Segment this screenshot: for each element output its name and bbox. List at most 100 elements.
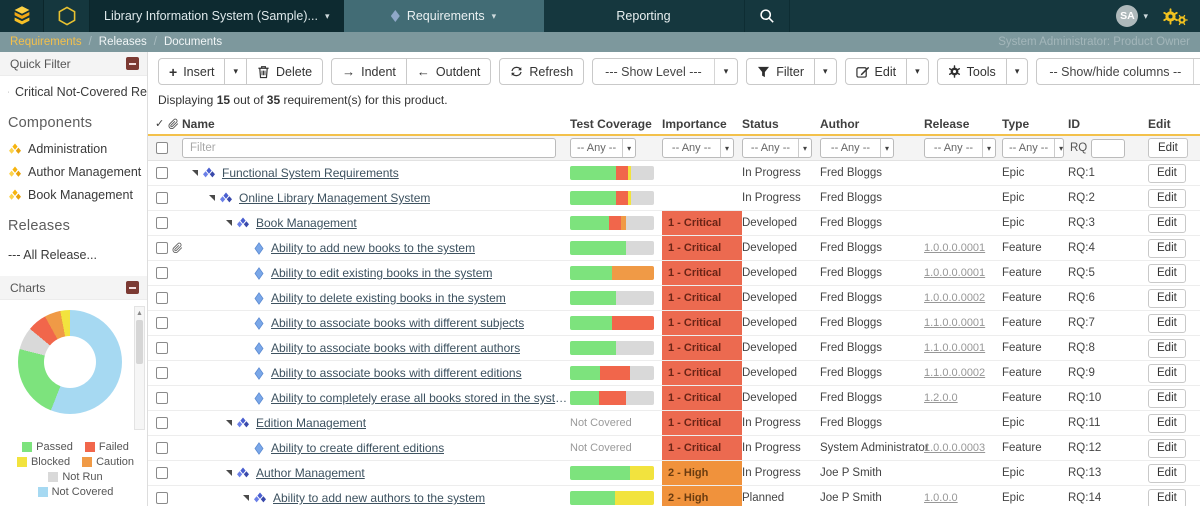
release-link[interactable]: 1.1.0.0.0002 <box>924 367 985 379</box>
release-link[interactable]: 1.1.0.0.0001 <box>924 342 985 354</box>
column-header-release[interactable]: Release <box>924 117 1002 131</box>
requirement-name-link[interactable]: Ability to create different editions <box>271 441 444 455</box>
show-level-select[interactable]: --- Show Level --- ▾ <box>592 58 738 85</box>
requirement-name-link[interactable]: Online Library Management System <box>239 191 430 205</box>
row-checkbox[interactable] <box>156 267 168 279</box>
check-all-icon[interactable]: ✓ <box>155 117 164 130</box>
row-edit-button[interactable]: Edit <box>1148 414 1186 433</box>
row-edit-button[interactable]: Edit <box>1148 389 1186 408</box>
user-menu[interactable]: SA ▾ <box>1106 0 1158 32</box>
requirement-name-link[interactable]: Ability to completely erase all books st… <box>271 391 570 405</box>
row-checkbox[interactable] <box>156 392 168 404</box>
row-checkbox[interactable] <box>156 317 168 329</box>
id-filter-input[interactable] <box>1091 139 1125 158</box>
row-edit-button[interactable]: Edit <box>1148 314 1186 333</box>
indent-button[interactable]: →Indent <box>331 58 407 85</box>
release-link[interactable]: 1.0.0.0.0001 <box>924 242 985 254</box>
row-checkbox[interactable] <box>156 292 168 304</box>
release-link[interactable]: 1.0.0.0.0003 <box>924 442 985 454</box>
expand-collapse-arrow[interactable] <box>243 495 249 501</box>
row-checkbox[interactable] <box>156 367 168 379</box>
row-checkbox[interactable] <box>156 342 168 354</box>
column-header-importance[interactable]: Importance <box>662 117 742 131</box>
row-checkbox[interactable] <box>156 467 168 479</box>
tab-reporting[interactable]: Reporting <box>544 0 744 32</box>
all-releases-item[interactable]: --- All Release... <box>0 236 147 262</box>
product-selector[interactable]: Library Information System (Sample)... ▾ <box>90 0 344 32</box>
tab-requirements[interactable]: Requirements ▾ <box>344 0 544 32</box>
release-link[interactable]: 1.1.0.0.0001 <box>924 317 985 329</box>
type-filter-select[interactable]: -- Any --▾ <box>1002 138 1064 158</box>
release-link[interactable]: 1.0.0.0 <box>924 492 958 504</box>
scrollbar-thumb[interactable] <box>136 320 143 364</box>
row-edit-button[interactable]: Edit <box>1148 464 1186 483</box>
breadcrumb-releases[interactable]: Releases <box>99 36 147 48</box>
column-header-type[interactable]: Type <box>1002 117 1068 131</box>
importance-filter-select[interactable]: -- Any --▾ <box>662 138 734 158</box>
column-header-status[interactable]: Status <box>742 117 820 131</box>
row-edit-button[interactable]: Edit <box>1148 214 1186 233</box>
row-checkbox[interactable] <box>156 417 168 429</box>
filter-button[interactable]: Filter <box>746 58 815 85</box>
expand-collapse-arrow[interactable] <box>226 220 232 226</box>
release-link[interactable]: 1.0.0.0.0001 <box>924 267 985 279</box>
requirement-name-link[interactable]: Ability to edit existing books in the sy… <box>271 266 492 280</box>
collapse-icon[interactable] <box>126 57 139 70</box>
expand-collapse-arrow[interactable] <box>192 170 198 176</box>
row-checkbox[interactable] <box>156 217 168 229</box>
show-hide-columns-select[interactable]: -- Show/hide columns -- ▾ <box>1036 58 1200 85</box>
workspace-hexagon-icon[interactable] <box>44 0 90 32</box>
insert-button[interactable]: +Insert <box>158 58 225 85</box>
name-filter-input[interactable] <box>182 138 556 158</box>
search-icon[interactable] <box>744 0 790 32</box>
requirement-name-link[interactable]: Ability to associate books with differen… <box>271 341 520 355</box>
column-header-edit[interactable]: Edit <box>1148 117 1200 131</box>
breadcrumb-requirements[interactable]: Requirements <box>10 36 82 48</box>
requirement-name-link[interactable]: Edition Management <box>256 416 366 430</box>
release-link[interactable]: 1.2.0.0 <box>924 392 958 404</box>
insert-dropdown-button[interactable]: ▾ <box>224 58 247 85</box>
row-edit-button[interactable]: Edit <box>1148 289 1186 308</box>
select-all-checkbox[interactable] <box>156 142 168 154</box>
row-edit-button[interactable]: Edit <box>1148 364 1186 383</box>
row-edit-button[interactable]: Edit <box>1148 189 1186 208</box>
expand-collapse-arrow[interactable] <box>226 420 232 426</box>
requirement-name-link[interactable]: Ability to add new authors to the system <box>273 491 485 505</box>
delete-button[interactable]: Delete <box>246 58 323 85</box>
outdent-button[interactable]: ←Outdent <box>406 58 491 85</box>
row-checkbox[interactable] <box>156 167 168 179</box>
expand-collapse-arrow[interactable] <box>226 470 232 476</box>
sidebar-scrollbar[interactable]: ▲ <box>134 306 145 430</box>
column-header-name[interactable]: Name <box>182 117 570 131</box>
collapse-icon[interactable] <box>126 281 139 294</box>
app-logo[interactable] <box>0 0 44 32</box>
component-book-management[interactable]: Book Management <box>0 179 147 202</box>
row-edit-button[interactable]: Edit <box>1148 239 1186 258</box>
filter-row-edit-button[interactable]: Edit <box>1148 138 1188 158</box>
row-edit-button[interactable]: Edit <box>1148 439 1186 458</box>
settings-gears-icon[interactable] <box>1158 0 1200 32</box>
requirement-name-link[interactable]: Author Management <box>256 466 365 480</box>
row-edit-button[interactable]: Edit <box>1148 489 1186 506</box>
requirement-name-link[interactable]: Ability to associate books with differen… <box>271 316 524 330</box>
component-administration[interactable]: Administration <box>0 133 147 156</box>
row-edit-button[interactable]: Edit <box>1148 339 1186 358</box>
row-checkbox[interactable] <box>156 492 168 504</box>
release-link[interactable]: 1.0.0.0.0002 <box>924 292 985 304</box>
release-filter-select[interactable]: -- Any --▾ <box>924 138 996 158</box>
row-checkbox[interactable] <box>156 442 168 454</box>
column-header-author[interactable]: Author <box>820 117 924 131</box>
requirement-name-link[interactable]: Ability to associate books with differen… <box>271 366 522 380</box>
edit-button[interactable]: Edit <box>845 58 908 85</box>
breadcrumb-documents[interactable]: Documents <box>164 36 222 48</box>
coverage-filter-select[interactable]: -- Any --▾ <box>570 138 636 158</box>
requirement-name-link[interactable]: Ability to add new books to the system <box>271 241 475 255</box>
tools-button[interactable]: Tools <box>937 58 1007 85</box>
requirement-name-link[interactable]: Book Management <box>256 216 357 230</box>
row-checkbox[interactable] <box>156 242 168 254</box>
scroll-up-arrow[interactable]: ▲ <box>135 307 144 319</box>
filter-dropdown-button[interactable]: ▾ <box>814 58 837 85</box>
column-header-id[interactable]: ID <box>1068 117 1148 131</box>
row-checkbox[interactable] <box>156 192 168 204</box>
edit-dropdown-button[interactable]: ▾ <box>906 58 929 85</box>
